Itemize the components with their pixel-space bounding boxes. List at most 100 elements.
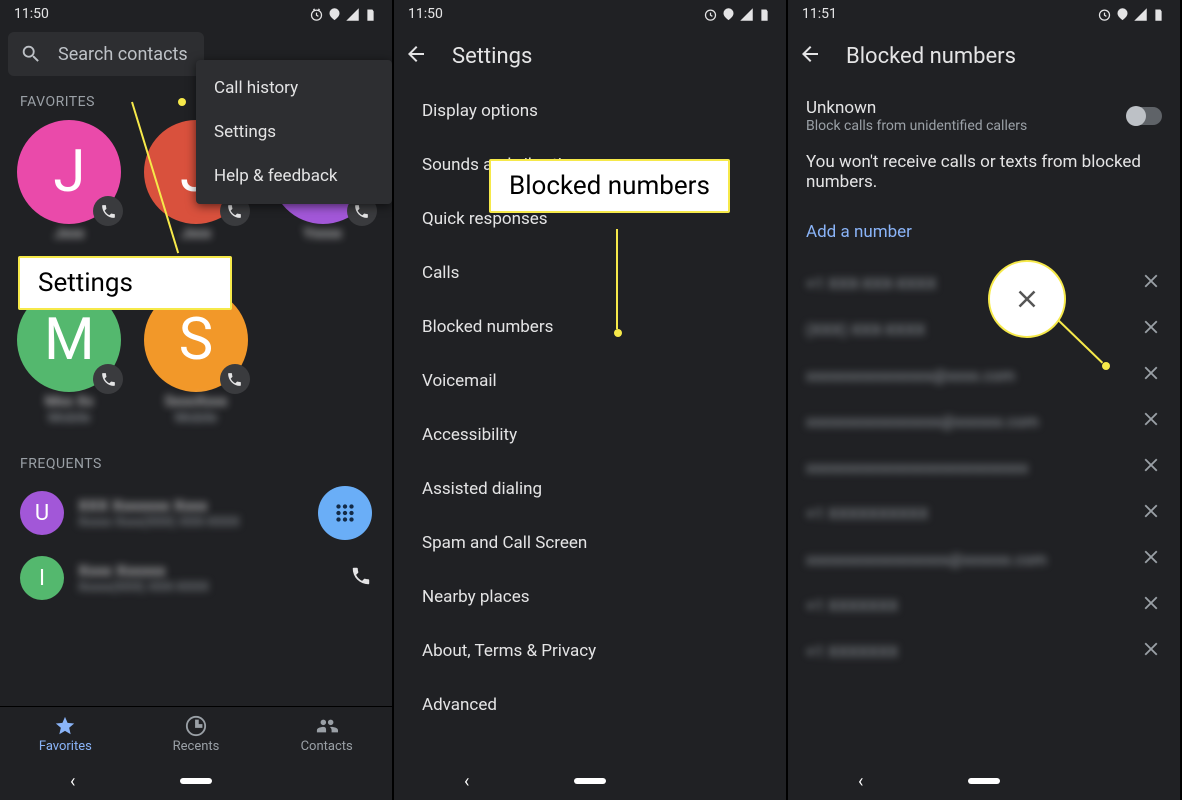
back-nav-icon[interactable]: ‹ (858, 771, 863, 792)
contact-name: Mxx Xx (45, 392, 94, 410)
settings-item[interactable]: About, Terms & Privacy (394, 624, 786, 678)
blocked-number: xxxxxxxxxxxxxxxxx@xxxxxx.com (806, 412, 1130, 431)
blocked-number-row: +1 XXX-XXX-XXXX (788, 260, 1180, 306)
back-nav-icon[interactable]: ‹ (70, 771, 75, 792)
blocked-number-row: +1 XXXXXXX (788, 628, 1180, 674)
blocked-number: +1 XXXXXXX (806, 596, 1130, 615)
settings-item[interactable]: Nearby places (394, 570, 786, 624)
status-time: 11:50 (14, 6, 49, 22)
blocked-number-row: (XXX) XXX-XXXX (788, 306, 1180, 352)
status-bar: 11:50 (394, 0, 786, 28)
page-title: Settings (452, 44, 532, 69)
blocked-number: xxxxxxxxxxxxxxxxxx@xxxxxx.com (806, 550, 1130, 569)
blocked-number-row: +1 XXXXXXX (788, 582, 1180, 628)
remove-icon[interactable] (1140, 546, 1162, 572)
phone-screen-2: 11:50 Settings Display optionsSounds and… (394, 0, 788, 800)
search-icon (20, 43, 42, 65)
settings-item[interactable]: Advanced (394, 678, 786, 732)
search-bar[interactable]: Search contacts (8, 32, 204, 76)
status-icons (1097, 7, 1166, 22)
back-nav-icon[interactable]: ‹ (464, 771, 469, 792)
unknown-title: Unknown (806, 98, 1118, 118)
contact-name: Jxxx (181, 224, 212, 242)
info-text: You won't receive calls or texts from bl… (788, 148, 1180, 204)
frequent-contact[interactable]: UXXX Xxxxxxx XxxxXxxxx Xxxx(XXX) XXX-XXX… (0, 478, 392, 548)
back-icon[interactable] (404, 42, 428, 70)
remove-icon[interactable] (1140, 408, 1162, 434)
blocked-number-row: xxxxxxxxxxxxxxxxx@xxxxxx.com (788, 398, 1180, 444)
page-title: Blocked numbers (846, 44, 1016, 69)
blocked-number: +1 XXX-XXX-XXXX (806, 274, 1130, 293)
remove-icon[interactable] (1140, 270, 1162, 296)
settings-item[interactable]: Assisted dialing (394, 462, 786, 516)
status-icons (309, 7, 378, 22)
remove-icon[interactable] (1140, 454, 1162, 480)
contact-sublabel: Mobile (48, 410, 90, 426)
tab-recents[interactable]: Recents (131, 715, 262, 754)
settings-item[interactable]: Voicemail (394, 354, 786, 408)
remove-icon[interactable] (1140, 316, 1162, 342)
contact-name: SxxxXxxx (165, 392, 228, 410)
blocked-number: xxxxxxxxxxxxxxxx@xxxx.com (806, 366, 1130, 385)
settings-list: Display optionsSounds and vibrationQuick… (394, 84, 786, 762)
blocked-number: xxxxxxxxxxxxxxxxxxxxxxxxxxxx (806, 458, 1130, 477)
home-nav-icon[interactable] (574, 778, 606, 784)
annotation-remove-callout (988, 260, 1066, 338)
search-placeholder: Search contacts (58, 44, 188, 65)
avatar: I (20, 556, 64, 600)
frequent-contact[interactable]: IXxxx XxxxxxXxxxx(XXX) XXX-XXXX (0, 548, 392, 608)
frequents-label: FREQUENTS (0, 452, 392, 478)
blocked-number: +1 XXXXXXXXXX (806, 504, 1130, 523)
menu-item-help-feedback[interactable]: Help & feedback (196, 154, 392, 198)
unknown-subtitle: Block calls from unidentified callers (806, 118, 1118, 134)
remove-icon[interactable] (1140, 362, 1162, 388)
tab-favorites[interactable]: Favorites (0, 715, 131, 754)
dialpad-fab[interactable] (318, 486, 372, 540)
app-bar: Settings (394, 28, 786, 84)
unknown-toggle-row[interactable]: Unknown Block calls from unidentified ca… (788, 84, 1180, 148)
phone-screen-3: 11:51 Blocked numbers Unknown Block call… (788, 0, 1182, 800)
status-bar: 11:51 (788, 0, 1180, 28)
status-icons (703, 7, 772, 22)
blocked-number-row: xxxxxxxxxxxxxxxxxx@xxxxxx.com (788, 536, 1180, 582)
settings-item[interactable]: Display options (394, 84, 786, 138)
blocked-number-row: +1 XXXXXXXXXX (788, 490, 1180, 536)
phone-icon (220, 364, 250, 394)
favorite-contact[interactable]: SSxxxXxxxMobile (135, 288, 258, 448)
annotation-settings-callout: Settings (18, 256, 232, 310)
settings-item[interactable]: Accessibility (394, 408, 786, 462)
overflow-menu: Call history Settings Help & feedback (196, 60, 392, 204)
phone-icon (93, 364, 123, 394)
back-icon[interactable] (798, 42, 822, 70)
status-time: 11:50 (408, 6, 443, 22)
remove-icon[interactable] (1140, 638, 1162, 664)
settings-item[interactable]: Calls (394, 246, 786, 300)
phone-screen-1: 11:50 Search contacts Call history Setti… (0, 0, 394, 800)
remove-icon[interactable] (1140, 500, 1162, 526)
status-bar: 11:50 (0, 0, 392, 28)
blocked-list: +1 XXX-XXX-XXXX (XXX) XXX-XXXX xxxxxxxxxxx… (788, 260, 1180, 674)
blocked-number: +1 XXXXXXX (806, 642, 1130, 661)
tab-contacts[interactable]: Contacts (261, 715, 392, 754)
blocked-numbers-body: Unknown Block calls from unidentified ca… (788, 84, 1180, 762)
remove-icon[interactable] (1140, 592, 1162, 618)
contact-sublabel: Mobile (175, 410, 217, 426)
system-nav: ‹ (788, 762, 1180, 800)
menu-item-call-history[interactable]: Call history (196, 66, 392, 110)
settings-item[interactable]: Blocked numbers (394, 300, 786, 354)
add-number-button[interactable]: Add a number (788, 204, 1180, 260)
favorite-contact[interactable]: MMxx XxMobile (8, 288, 131, 448)
status-time: 11:51 (802, 6, 837, 22)
app-bar: Blocked numbers (788, 28, 1180, 84)
frequents-list: UXXX Xxxxxxx XxxxXxxxx Xxxx(XXX) XXX-XXX… (0, 478, 392, 608)
contact-name: Jxxx (54, 224, 85, 242)
contact-name: Yxxxx (303, 224, 342, 242)
blocked-number: (XXX) XXX-XXXX (806, 320, 1130, 339)
unknown-switch[interactable] (1128, 107, 1162, 125)
blocked-number-row: xxxxxxxxxxxxxxxxxxxxxxxxxxxx (788, 444, 1180, 490)
home-nav-icon[interactable] (180, 778, 212, 784)
phone-icon[interactable] (350, 565, 372, 591)
menu-item-settings[interactable]: Settings (196, 110, 392, 154)
settings-item[interactable]: Spam and Call Screen (394, 516, 786, 570)
home-nav-icon[interactable] (968, 778, 1000, 784)
